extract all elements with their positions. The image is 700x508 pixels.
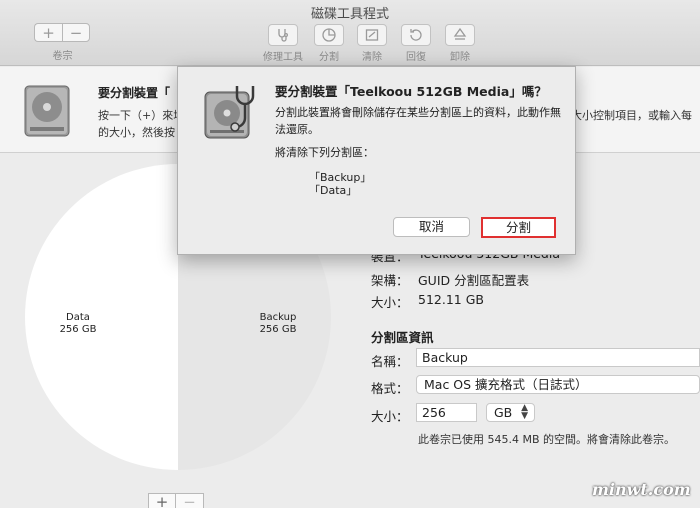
unit-select-value: GB bbox=[494, 405, 513, 420]
dialog-partition-list: 「Backup」 「Data」 bbox=[309, 171, 371, 197]
disk-utility-icon bbox=[204, 86, 255, 139]
format-select-value: Mac OS 擴充格式（日誌式） bbox=[424, 377, 588, 392]
watermark-logo: minwt.com bbox=[592, 480, 691, 499]
info-title: 要分割裝置「 bbox=[98, 86, 171, 100]
toolbar: 磁碟工具程式 + − 卷宗 修理工具 分割 清除 回復 卸除 bbox=[0, 0, 700, 66]
unit-select[interactable]: GB ▲ ▼ bbox=[486, 403, 535, 422]
partition-info-title: 分割區資訊 bbox=[371, 330, 434, 345]
first-aid-button[interactable] bbox=[268, 24, 298, 46]
info-desc-right: 大小控制項目，或輸入每 bbox=[571, 109, 692, 122]
restore-button[interactable] bbox=[401, 24, 431, 46]
pie-icon bbox=[322, 28, 336, 42]
dialog-subtitle: 將清除下列分割區： bbox=[275, 146, 374, 159]
pie-label-backup-name: Backup bbox=[259, 312, 297, 323]
partition-note: 此卷宗已使用 545.4 MB 的空間。將會清除此卷宗。 bbox=[418, 433, 676, 446]
cancel-button[interactable]: 取消 bbox=[393, 217, 470, 237]
pie-label-data: Data 256 GB bbox=[54, 312, 102, 336]
partition-confirm-button[interactable]: 分割 bbox=[481, 217, 556, 238]
unmount-button[interactable] bbox=[445, 24, 475, 46]
info-desc-line2: 的大小，然後按 bbox=[98, 126, 175, 139]
dialog-message: 分割此裝置將會刪除儲存在某些分割區上的資料，此動作無法還原。 bbox=[275, 106, 561, 136]
format-key: 格式： bbox=[371, 381, 409, 396]
format-select[interactable]: Mac OS 擴充格式（日誌式） bbox=[416, 375, 700, 394]
size-key: 大小： bbox=[371, 295, 409, 310]
pie-label-backup-size: 256 GB bbox=[259, 324, 297, 335]
erase-button[interactable] bbox=[357, 24, 387, 46]
stethoscope-icon bbox=[278, 29, 289, 42]
list-item: 「Data」 bbox=[309, 184, 358, 197]
partition-button[interactable] bbox=[314, 24, 344, 46]
erase-label: 清除 bbox=[362, 52, 382, 63]
pie-add-remove: + − bbox=[148, 493, 204, 508]
partition-size-key: 大小： bbox=[371, 409, 409, 424]
volume-label: 卷宗 bbox=[52, 51, 73, 62]
eject-icon bbox=[453, 27, 467, 40]
remove-volume-button[interactable]: − bbox=[62, 23, 90, 42]
name-key: 名稱： bbox=[371, 354, 409, 369]
add-partition-button[interactable]: + bbox=[148, 493, 176, 508]
dialog-title: 要分割裝置「Teelkoou 512GB Media」嗎？ bbox=[275, 84, 547, 99]
stepper-chevrons-icon: ▲ ▼ bbox=[521, 403, 528, 421]
partition-name-field[interactable]: Backup bbox=[416, 348, 700, 367]
add-volume-button[interactable]: + bbox=[34, 23, 62, 42]
volume-add-remove: + − bbox=[34, 23, 90, 42]
list-item: 「Backup」 bbox=[309, 171, 372, 184]
erase-icon bbox=[365, 29, 379, 41]
remove-partition-button[interactable]: − bbox=[176, 493, 204, 508]
partition-confirm-dialog: 要分割裝置「Teelkoou 512GB Media」嗎？ 分割此裝置將會刪除儲… bbox=[177, 66, 576, 255]
partition-label: 分割 bbox=[319, 52, 339, 63]
partition-size-field[interactable]: 256 bbox=[416, 403, 477, 422]
info-desc-line1: 按一下（+）來增 bbox=[98, 109, 185, 122]
size-value: 512.11 GB bbox=[418, 292, 484, 307]
info-desc: 按一下（+）來增 的大小，然後按 bbox=[98, 107, 184, 141]
pie-label-data-name: Data bbox=[66, 312, 90, 323]
pie-label-data-size: 256 GB bbox=[59, 324, 97, 335]
restore-icon bbox=[410, 29, 422, 41]
restore-label: 回復 bbox=[406, 52, 426, 63]
disk-icon bbox=[24, 85, 70, 137]
scheme-value: GUID 分割區配置表 bbox=[418, 273, 530, 288]
first-aid-label: 修理工具 bbox=[263, 52, 303, 63]
unmount-label: 卸除 bbox=[450, 52, 470, 63]
scheme-key: 架構： bbox=[371, 273, 409, 288]
pie-label-backup: Backup 256 GB bbox=[254, 312, 302, 336]
window-title: 磁碟工具程式 bbox=[310, 7, 389, 22]
